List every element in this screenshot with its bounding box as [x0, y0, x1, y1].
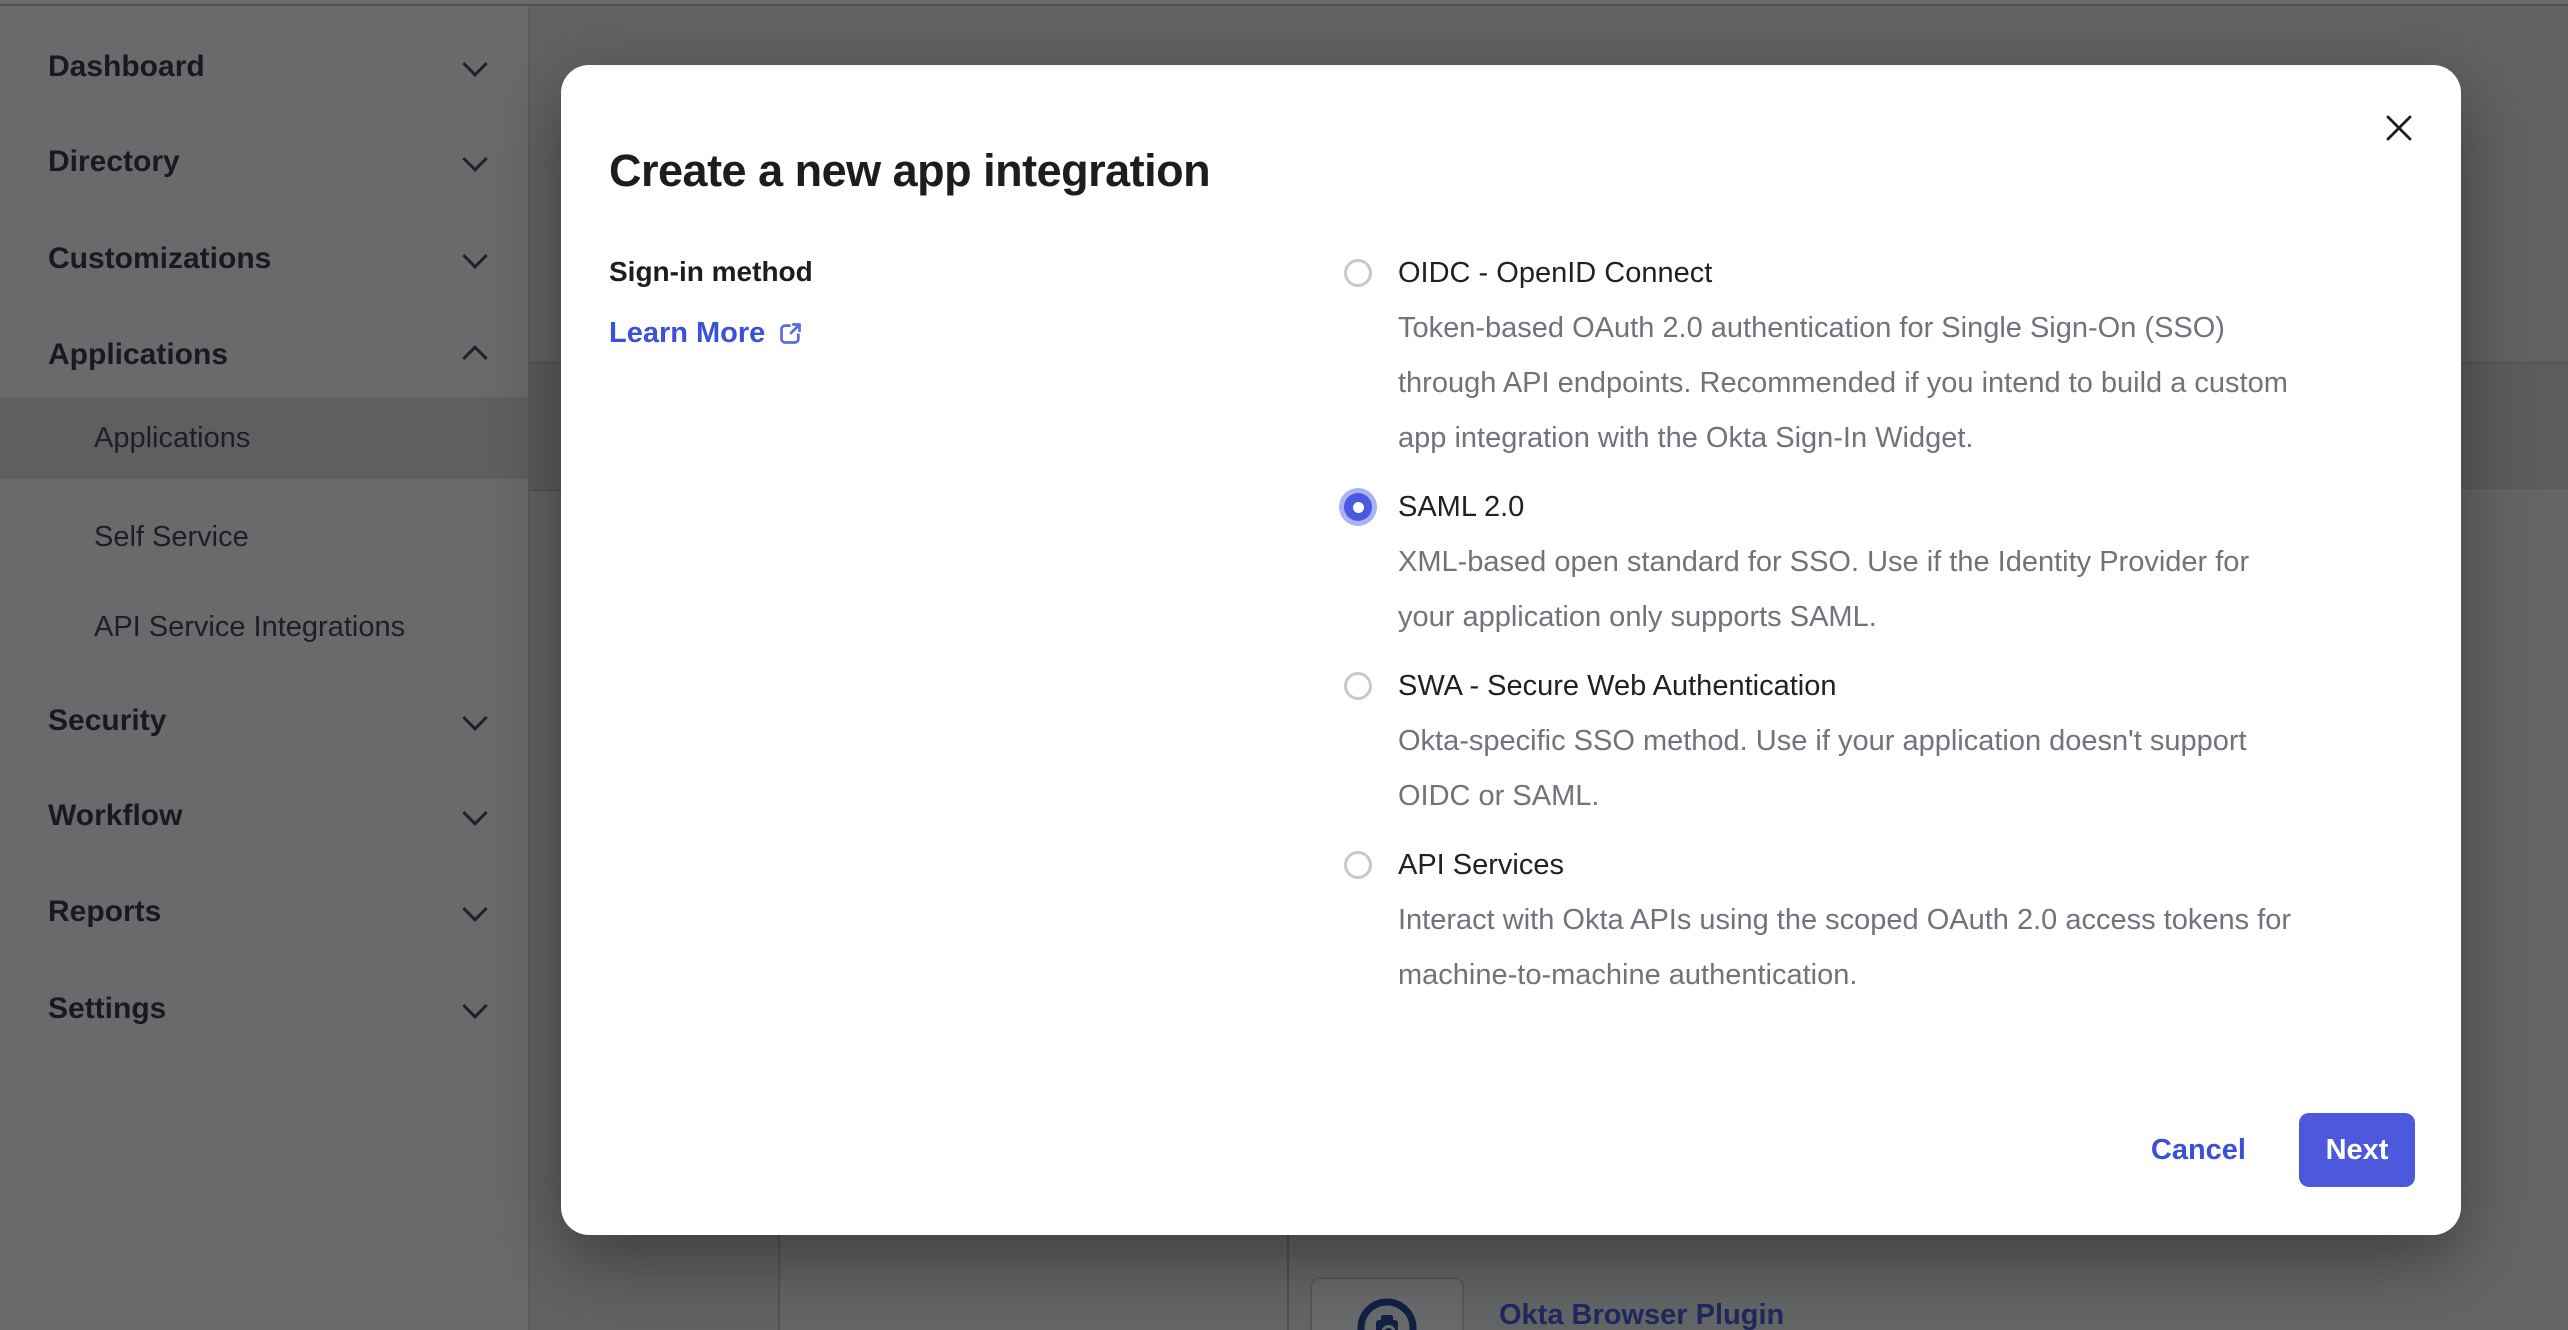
radio-button-api-services[interactable]	[1344, 851, 1372, 879]
radio-button-oidc[interactable]	[1344, 259, 1372, 287]
close-icon[interactable]	[2381, 110, 2417, 146]
option-label[interactable]: OIDC - OpenID Connect	[1398, 246, 2288, 301]
signin-method-label: Sign-in method	[609, 256, 813, 288]
option-saml: SAML 2.0 XML-based open standard for SSO…	[1344, 480, 2444, 645]
option-api-services: API Services Interact with Okta APIs usi…	[1344, 838, 2444, 1003]
radio-button-swa[interactable]	[1344, 672, 1372, 700]
next-button[interactable]: Next	[2299, 1113, 2415, 1187]
learn-more-link[interactable]: Learn More	[609, 317, 804, 350]
option-label[interactable]: API Services	[1398, 838, 2291, 893]
option-label[interactable]: SAML 2.0	[1398, 480, 2249, 535]
okta-admin-page: Dashboard Directory Customizations Appli…	[0, 0, 2568, 1330]
signin-method-options: OIDC - OpenID Connect Token-based OAuth …	[1344, 246, 2444, 1017]
modal-title: Create a new app integration	[609, 143, 1210, 199]
option-description: Okta-specific SSO method. Use if your ap…	[1398, 714, 2247, 824]
option-oidc: OIDC - OpenID Connect Token-based OAuth …	[1344, 246, 2444, 466]
option-label[interactable]: SWA - Secure Web Authentication	[1398, 659, 2247, 714]
radio-button-saml[interactable]	[1344, 493, 1372, 521]
cancel-button[interactable]: Cancel	[2151, 1133, 2246, 1167]
option-description: Interact with Okta APIs using the scoped…	[1398, 893, 2291, 1003]
option-description: XML-based open standard for SSO. Use if …	[1398, 535, 2249, 645]
create-app-integration-modal: Create a new app integration Sign-in met…	[561, 65, 2461, 1235]
option-swa: SWA - Secure Web Authentication Okta-spe…	[1344, 659, 2444, 824]
option-description: Token-based OAuth 2.0 authentication for…	[1398, 301, 2288, 466]
external-link-icon	[777, 320, 804, 347]
